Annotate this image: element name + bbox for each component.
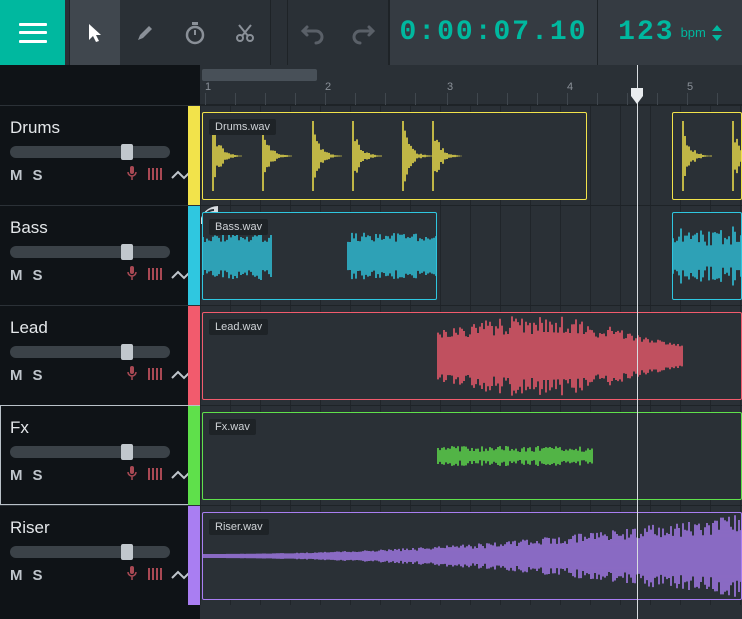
solo-button[interactable]: S (33, 467, 43, 484)
ruler-number: 1 (205, 81, 211, 93)
menu-button[interactable] (0, 0, 65, 65)
record-arm-button[interactable] (126, 366, 138, 384)
track-name: Drums (10, 118, 190, 138)
bpm-stepper[interactable] (712, 25, 722, 41)
sliders-icon (148, 268, 162, 280)
undo-button[interactable] (288, 0, 338, 65)
playhead[interactable] (637, 65, 638, 619)
input-button[interactable] (148, 567, 162, 584)
sliders-icon (148, 168, 162, 180)
ruler-number: 4 (567, 81, 573, 93)
track-bass[interactable]: Bass M S (0, 205, 200, 305)
chevron-up-icon (712, 25, 722, 31)
mic-icon (126, 366, 138, 380)
bpm-unit: bpm (681, 25, 706, 40)
sliders-icon (148, 368, 162, 380)
clip-bass[interactable]: Bass.wav (202, 212, 437, 300)
solo-button[interactable]: S (33, 367, 43, 384)
bpm-display[interactable]: 123 bpm (597, 0, 742, 65)
mic-icon (126, 266, 138, 280)
clip-label: Fx.wav (209, 419, 256, 435)
sliders-icon (148, 568, 162, 580)
record-arm-button[interactable] (126, 566, 138, 584)
lane-fx[interactable]: Fx.wav (200, 405, 742, 505)
mic-icon (126, 566, 138, 580)
mute-button[interactable]: M (10, 567, 23, 584)
mic-icon (126, 466, 138, 480)
lane-riser[interactable]: Riser.wav (200, 505, 742, 605)
lane-lead[interactable]: Lead.wav (200, 305, 742, 405)
loop-range[interactable] (202, 69, 317, 81)
mute-button[interactable]: M (10, 467, 23, 484)
track-riser[interactable]: Riser M S (0, 505, 200, 605)
clip-fx[interactable]: Fx.wav (202, 412, 742, 500)
record-arm-button[interactable] (126, 466, 138, 484)
solo-button[interactable]: S (33, 167, 43, 184)
track-panel: Drums M S Bass M S Lead M S (0, 65, 200, 619)
input-button[interactable] (148, 167, 162, 184)
volume-slider[interactable] (10, 246, 170, 258)
sliders-icon (148, 468, 162, 480)
track-name: Lead (10, 318, 190, 338)
mute-button[interactable]: M (10, 367, 23, 384)
ruler-number: 2 (325, 81, 331, 93)
ruler[interactable]: 1 2 3 4 5 (200, 65, 742, 105)
clip-label: Riser.wav (209, 519, 269, 535)
cut-tool[interactable] (220, 0, 270, 65)
track-name: Riser (10, 518, 190, 538)
lane-bass[interactable]: Bass.wav (200, 205, 742, 305)
track-lead[interactable]: Lead M S (0, 305, 200, 405)
volume-slider[interactable] (10, 446, 170, 458)
lane-drums[interactable]: Drums.wav (200, 105, 742, 205)
clip-riser[interactable]: Riser.wav (202, 512, 742, 600)
undo-icon (302, 23, 324, 43)
clip-label: Lead.wav (209, 319, 268, 335)
mute-button[interactable]: M (10, 267, 23, 284)
stopwatch-icon (185, 22, 205, 44)
pointer-tool[interactable] (70, 0, 120, 65)
record-arm-button[interactable] (126, 166, 138, 184)
clip-drums[interactable]: Drums.wav (202, 112, 587, 200)
clip-label: Bass.wav (209, 219, 268, 235)
bpm-value: 123 (618, 17, 674, 48)
time-display: 0:00:07.10 (389, 0, 597, 65)
timer-tool[interactable] (170, 0, 220, 65)
input-button[interactable] (148, 467, 162, 484)
hamburger-icon (19, 23, 47, 43)
playhead-marker-icon (631, 88, 643, 104)
ruler-number: 5 (687, 81, 693, 93)
clip-bass-2[interactable] (672, 212, 742, 300)
pencil-icon (135, 23, 155, 43)
pencil-tool[interactable] (120, 0, 170, 65)
volume-slider[interactable] (10, 546, 170, 558)
chevron-down-icon (712, 35, 722, 41)
mute-button[interactable]: M (10, 167, 23, 184)
volume-slider[interactable] (10, 346, 170, 358)
input-button[interactable] (148, 267, 162, 284)
scissors-icon (235, 23, 255, 43)
redo-button[interactable] (338, 0, 388, 65)
track-drums[interactable]: Drums M S (0, 105, 200, 205)
ruler-number: 3 (447, 81, 453, 93)
track-fx[interactable]: Fx M S (0, 405, 200, 505)
volume-slider[interactable] (10, 146, 170, 158)
clip-label: Drums.wav (209, 119, 276, 135)
clip-lead[interactable]: Lead.wav (202, 312, 742, 400)
solo-button[interactable]: S (33, 567, 43, 584)
input-button[interactable] (148, 367, 162, 384)
record-arm-button[interactable] (126, 266, 138, 284)
track-name: Fx (10, 418, 190, 438)
clip-drums-2[interactable] (672, 112, 742, 200)
mic-icon (126, 166, 138, 180)
solo-button[interactable]: S (33, 267, 43, 284)
cursor-icon (87, 23, 103, 43)
track-name: Bass (10, 218, 190, 238)
redo-icon (352, 23, 374, 43)
timeline-area[interactable]: 1 2 3 4 5 Drums.wav Bass.wav Lead.wav Fx.wav Ris… (200, 65, 742, 619)
